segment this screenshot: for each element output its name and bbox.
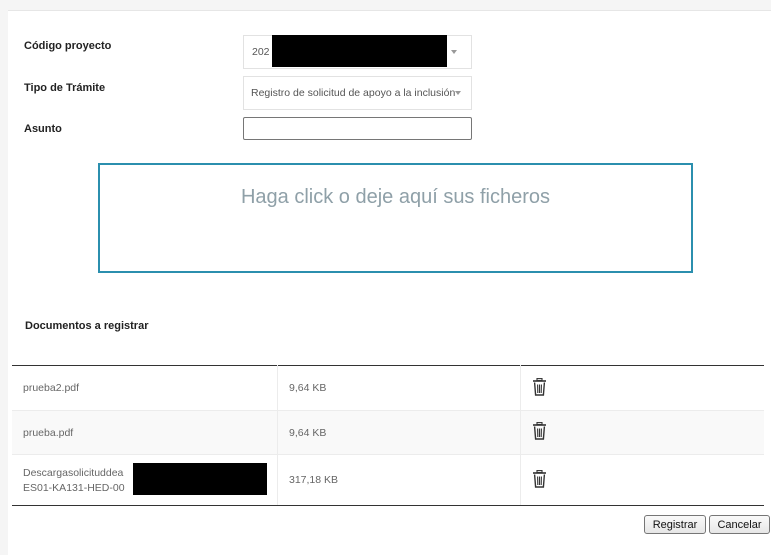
trash-icon[interactable] (532, 470, 547, 488)
file-name: prueba2.pdf (12, 366, 278, 411)
documents-title: Documentos a registrar (25, 320, 148, 332)
redaction-box (133, 463, 267, 495)
codigo-proyecto-value: 202 (252, 46, 270, 58)
trash-icon[interactable] (532, 422, 547, 440)
table-row: prueba2.pdf 9,64 KB (12, 366, 764, 411)
file-size: 9,64 KB (278, 411, 521, 455)
table-row: Descargasolicituddea ES01-KA131-HED-00 3… (12, 455, 764, 506)
file-size: 317,18 KB (278, 455, 521, 506)
asunto-input[interactable] (243, 117, 472, 140)
delete-cell (521, 366, 765, 411)
redaction-box (272, 35, 447, 67)
documents-table: prueba2.pdf 9,64 KB prueba.pdf 9,64 KB (12, 365, 764, 506)
file-dropzone[interactable]: Haga click o deje aquí sus ficheros (98, 163, 693, 273)
cancelar-button[interactable]: Cancelar (709, 515, 770, 534)
trash-icon[interactable] (532, 378, 547, 396)
dropzone-text: Haga click o deje aquí sus ficheros (100, 186, 691, 209)
chevron-down-icon (451, 50, 457, 54)
tipo-tramite-value: Registro de solicitud de apoyo a la incl… (251, 87, 455, 99)
file-name-wrap: Descargasolicituddea ES01-KA131-HED-00 (23, 467, 266, 494)
asunto-label: Asunto (24, 123, 62, 135)
registrar-button[interactable]: Registrar (644, 515, 706, 534)
file-name: prueba.pdf (12, 411, 278, 455)
codigo-proyecto-label: Código proyecto (24, 40, 111, 52)
delete-cell (521, 455, 765, 506)
file-size: 9,64 KB (278, 366, 521, 411)
chevron-down-icon (455, 91, 461, 95)
file-name: Descargasolicituddea ES01-KA131-HED-00 (12, 455, 278, 506)
tipo-tramite-select[interactable]: Registro de solicitud de apoyo a la incl… (243, 76, 472, 110)
tipo-tramite-label: Tipo de Trámite (24, 82, 105, 94)
table-row: prueba.pdf 9,64 KB (12, 411, 764, 455)
delete-cell (521, 411, 765, 455)
